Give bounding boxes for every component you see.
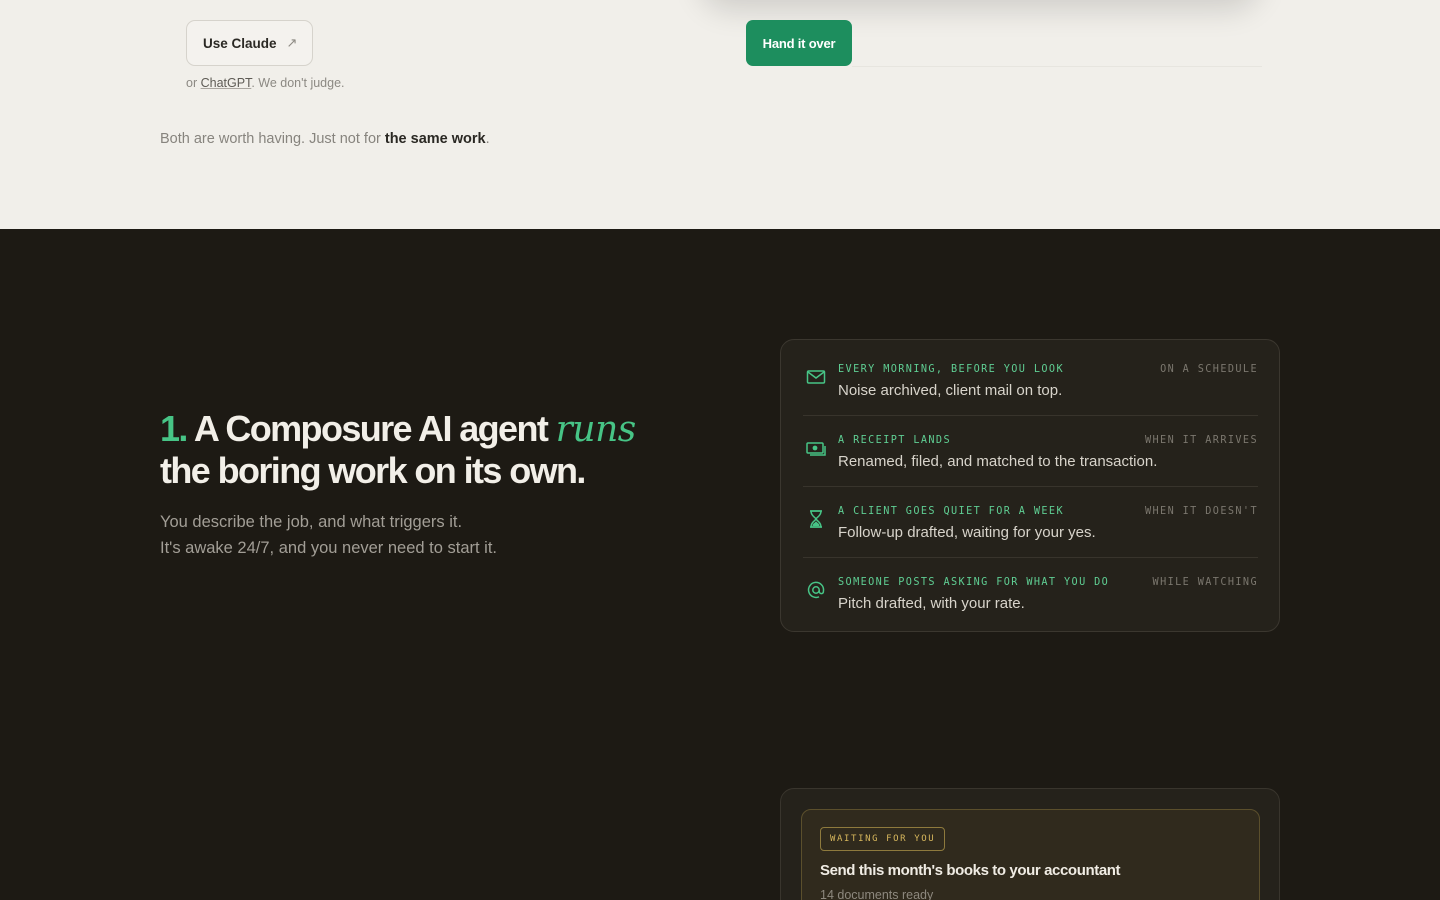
trigger-label: A RECEIPT LANDS (838, 435, 952, 446)
trigger-row: A RECEIPT LANDS WHEN IT ARRIVES Renamed,… (803, 415, 1258, 486)
trigger-label: A CLIENT GOES QUIET FOR A WEEK (838, 506, 1065, 517)
emphasis-text: the same work (384, 131, 486, 147)
cash-icon (806, 442, 826, 456)
at-sign-icon (807, 581, 825, 599)
trigger-result: Renamed, filed, and matched to the trans… (838, 453, 1158, 470)
divider (852, 66, 1262, 67)
comparison-caption: Both are worth having. Just not for the … (160, 131, 490, 147)
triggers-card: EVERY MORNING, BEFORE YOU LOOK ON A SCHE… (780, 339, 1280, 632)
row-divider (803, 415, 1258, 416)
task-subtitle: 14 documents ready (820, 888, 934, 900)
external-arrow-icon: ↗ (286, 35, 298, 50)
trigger-label: SOMEONE POSTS ASKING FOR WHAT YOU DO (838, 577, 1110, 588)
hand-it-over-button[interactable]: Hand it over (746, 20, 852, 66)
row-divider (803, 557, 1258, 558)
trigger-result: Noise archived, client mail on top. (838, 382, 1063, 399)
trigger-row: EVERY MORNING, BEFORE YOU LOOK ON A SCHE… (803, 344, 1258, 415)
trigger-row: A CLIENT GOES QUIET FOR A WEEK WHEN IT D… (803, 486, 1258, 557)
step-number: 1. (160, 408, 188, 449)
trigger-timing: WHEN IT DOESN'T (1144, 506, 1258, 517)
use-claude-label: Use Claude (203, 35, 277, 51)
trigger-timing: ON A SCHEDULE (1160, 364, 1258, 375)
trigger-row: SOMEONE POSTS ASKING FOR WHAT YOU DO WHI… (803, 557, 1258, 628)
chatgpt-link[interactable]: ChatGPT (201, 76, 252, 90)
task-card: WAITING FOR YOU Send this month's books … (780, 788, 1280, 900)
trigger-result: Follow-up drafted, waiting for your yes. (838, 524, 1096, 541)
trigger-timing: WHILE WATCHING (1152, 577, 1258, 588)
headline-italic: runs (555, 409, 637, 450)
task-title: Send this month's books to your accounta… (820, 862, 1121, 879)
trigger-result: Pitch drafted, with your rate. (838, 595, 1025, 612)
mail-icon (806, 370, 826, 384)
hourglass-icon (810, 510, 822, 528)
row-divider (803, 486, 1258, 487)
pending-task[interactable]: WAITING FOR YOU Send this month's books … (801, 809, 1260, 900)
status-badge: WAITING FOR YOU (820, 827, 946, 851)
trigger-timing: WHEN IT ARRIVES (1144, 435, 1258, 446)
trigger-label: EVERY MORNING, BEFORE YOU LOOK (838, 364, 1065, 375)
use-claude-button[interactable]: Use Claude ↗ (186, 20, 313, 66)
section-description: You describe the job, and what triggers … (160, 513, 498, 557)
comparison-section: Use Claude ↗ or ChatGPT. We don't judge.… (0, 0, 1440, 229)
section-headline: 1. A Composure AI agent runs the boring w… (160, 408, 636, 491)
alternative-note: or ChatGPT. We don't judge. (186, 76, 345, 90)
